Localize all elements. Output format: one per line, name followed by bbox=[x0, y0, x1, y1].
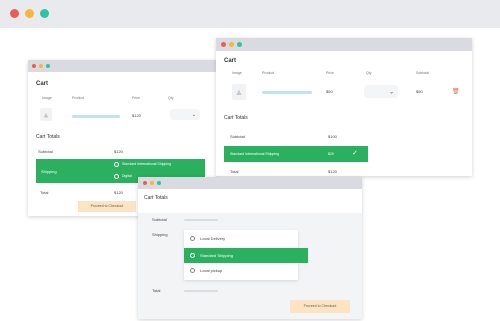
cart-window-right: Cart Image Product Price Qty Subtotal ▲ … bbox=[216, 38, 472, 176]
subtotal-label: Subtotal bbox=[38, 149, 53, 154]
subtotal-value-bar bbox=[184, 219, 218, 221]
header-product: Product bbox=[72, 96, 85, 100]
close-dot[interactable] bbox=[221, 42, 226, 47]
shirt-icon: ▲ bbox=[42, 110, 50, 119]
totals-title: Cart Totals bbox=[36, 134, 60, 140]
radio-icon[interactable] bbox=[190, 236, 195, 241]
chevron-down-icon: ⌄ bbox=[191, 111, 196, 118]
maximize-dot[interactable] bbox=[46, 64, 50, 68]
chevron-down-icon: ⌄ bbox=[388, 89, 394, 95]
product-thumbnail: ▲ bbox=[40, 108, 52, 121]
qty-select[interactable]: ⌄ bbox=[364, 85, 398, 98]
option-standard-shipping[interactable]: Standard Shipping bbox=[184, 248, 308, 263]
window-titlebar bbox=[138, 177, 362, 189]
shipping-label: Standard International Shipping bbox=[230, 152, 280, 156]
radio-icon[interactable] bbox=[114, 162, 119, 167]
header-subtotal: Subtotal bbox=[416, 71, 429, 75]
shipping-option-2[interactable]: Digital bbox=[122, 174, 132, 178]
header-product: Product bbox=[262, 71, 275, 75]
subtotal-value: $120 bbox=[114, 149, 123, 154]
checkout-button[interactable]: Proceed to Checkout bbox=[78, 201, 136, 212]
radio-icon[interactable] bbox=[190, 253, 195, 258]
shirt-icon: ▲ bbox=[234, 87, 244, 97]
shipping-row: Standard International Shipping $20 ✓ bbox=[224, 146, 368, 162]
cart-title: Cart bbox=[224, 58, 237, 64]
subtotal-label: Subtotal bbox=[230, 134, 245, 139]
close-dot[interactable] bbox=[143, 181, 147, 185]
shipping-value: $20 bbox=[328, 152, 334, 156]
subtotal-value: $100 bbox=[328, 134, 337, 139]
minimize-dot[interactable] bbox=[39, 64, 43, 68]
checkout-button[interactable]: Proceed to Checkout bbox=[290, 300, 350, 313]
window-titlebar bbox=[216, 38, 472, 51]
close-dot[interactable] bbox=[10, 9, 19, 18]
radio-icon[interactable] bbox=[190, 268, 195, 273]
product-name-bar[interactable] bbox=[72, 115, 120, 118]
subtotal-label: Subtotal bbox=[152, 217, 167, 222]
minimize-dot[interactable] bbox=[150, 181, 154, 185]
header-price: Price bbox=[326, 71, 334, 75]
maximize-dot[interactable] bbox=[237, 42, 242, 47]
total-value-bar bbox=[184, 290, 218, 292]
outer-window-bar bbox=[0, 0, 500, 28]
minimize-dot[interactable] bbox=[25, 9, 34, 18]
product-price: $50 bbox=[326, 89, 333, 94]
totals-title: Cart Totals bbox=[144, 195, 168, 201]
trash-icon[interactable]: 🗑 bbox=[452, 88, 460, 95]
product-thumbnail: ▲ bbox=[232, 84, 246, 100]
close-dot[interactable] bbox=[32, 64, 36, 68]
header-qty: Qty bbox=[366, 71, 372, 75]
product-name-bar[interactable] bbox=[262, 91, 312, 94]
check-circle-icon[interactable]: ✓ bbox=[352, 149, 358, 157]
shipping-label: Shipping bbox=[41, 169, 57, 174]
maximize-dot[interactable] bbox=[157, 181, 161, 185]
header-qty: Qty bbox=[168, 96, 174, 100]
header-price: Price bbox=[132, 96, 140, 100]
shipping-option-1[interactable]: Standard International Shipping bbox=[122, 162, 171, 166]
cart-totals-window: Cart Totals Subtotal Shipping Local Deli… bbox=[138, 177, 362, 319]
header-image: Image bbox=[42, 96, 52, 100]
cart-title: Cart bbox=[36, 81, 49, 87]
option-local-delivery[interactable]: Local Delivery bbox=[200, 236, 225, 241]
qty-select[interactable]: ⌄ bbox=[170, 109, 200, 120]
total-value: $120 bbox=[328, 169, 337, 174]
totals-title: Cart Totals bbox=[224, 115, 248, 121]
title-area bbox=[138, 189, 362, 213]
product-price: $120 bbox=[132, 113, 141, 118]
minimize-dot[interactable] bbox=[229, 42, 234, 47]
total-value: $120 bbox=[114, 190, 123, 195]
radio-icon[interactable] bbox=[114, 174, 119, 179]
header-image: Image bbox=[232, 71, 242, 75]
window-titlebar bbox=[28, 60, 216, 72]
option-local-pickup[interactable]: Local pickup bbox=[200, 268, 222, 273]
shipping-label: Shipping bbox=[152, 232, 168, 237]
total-label: Total bbox=[40, 190, 49, 195]
maximize-dot[interactable] bbox=[40, 9, 49, 18]
total-label: Total bbox=[230, 169, 239, 174]
option-standard-label: Standard Shipping bbox=[200, 253, 233, 258]
product-subtotal: $50 bbox=[416, 89, 423, 94]
total-label: Total bbox=[152, 288, 161, 293]
